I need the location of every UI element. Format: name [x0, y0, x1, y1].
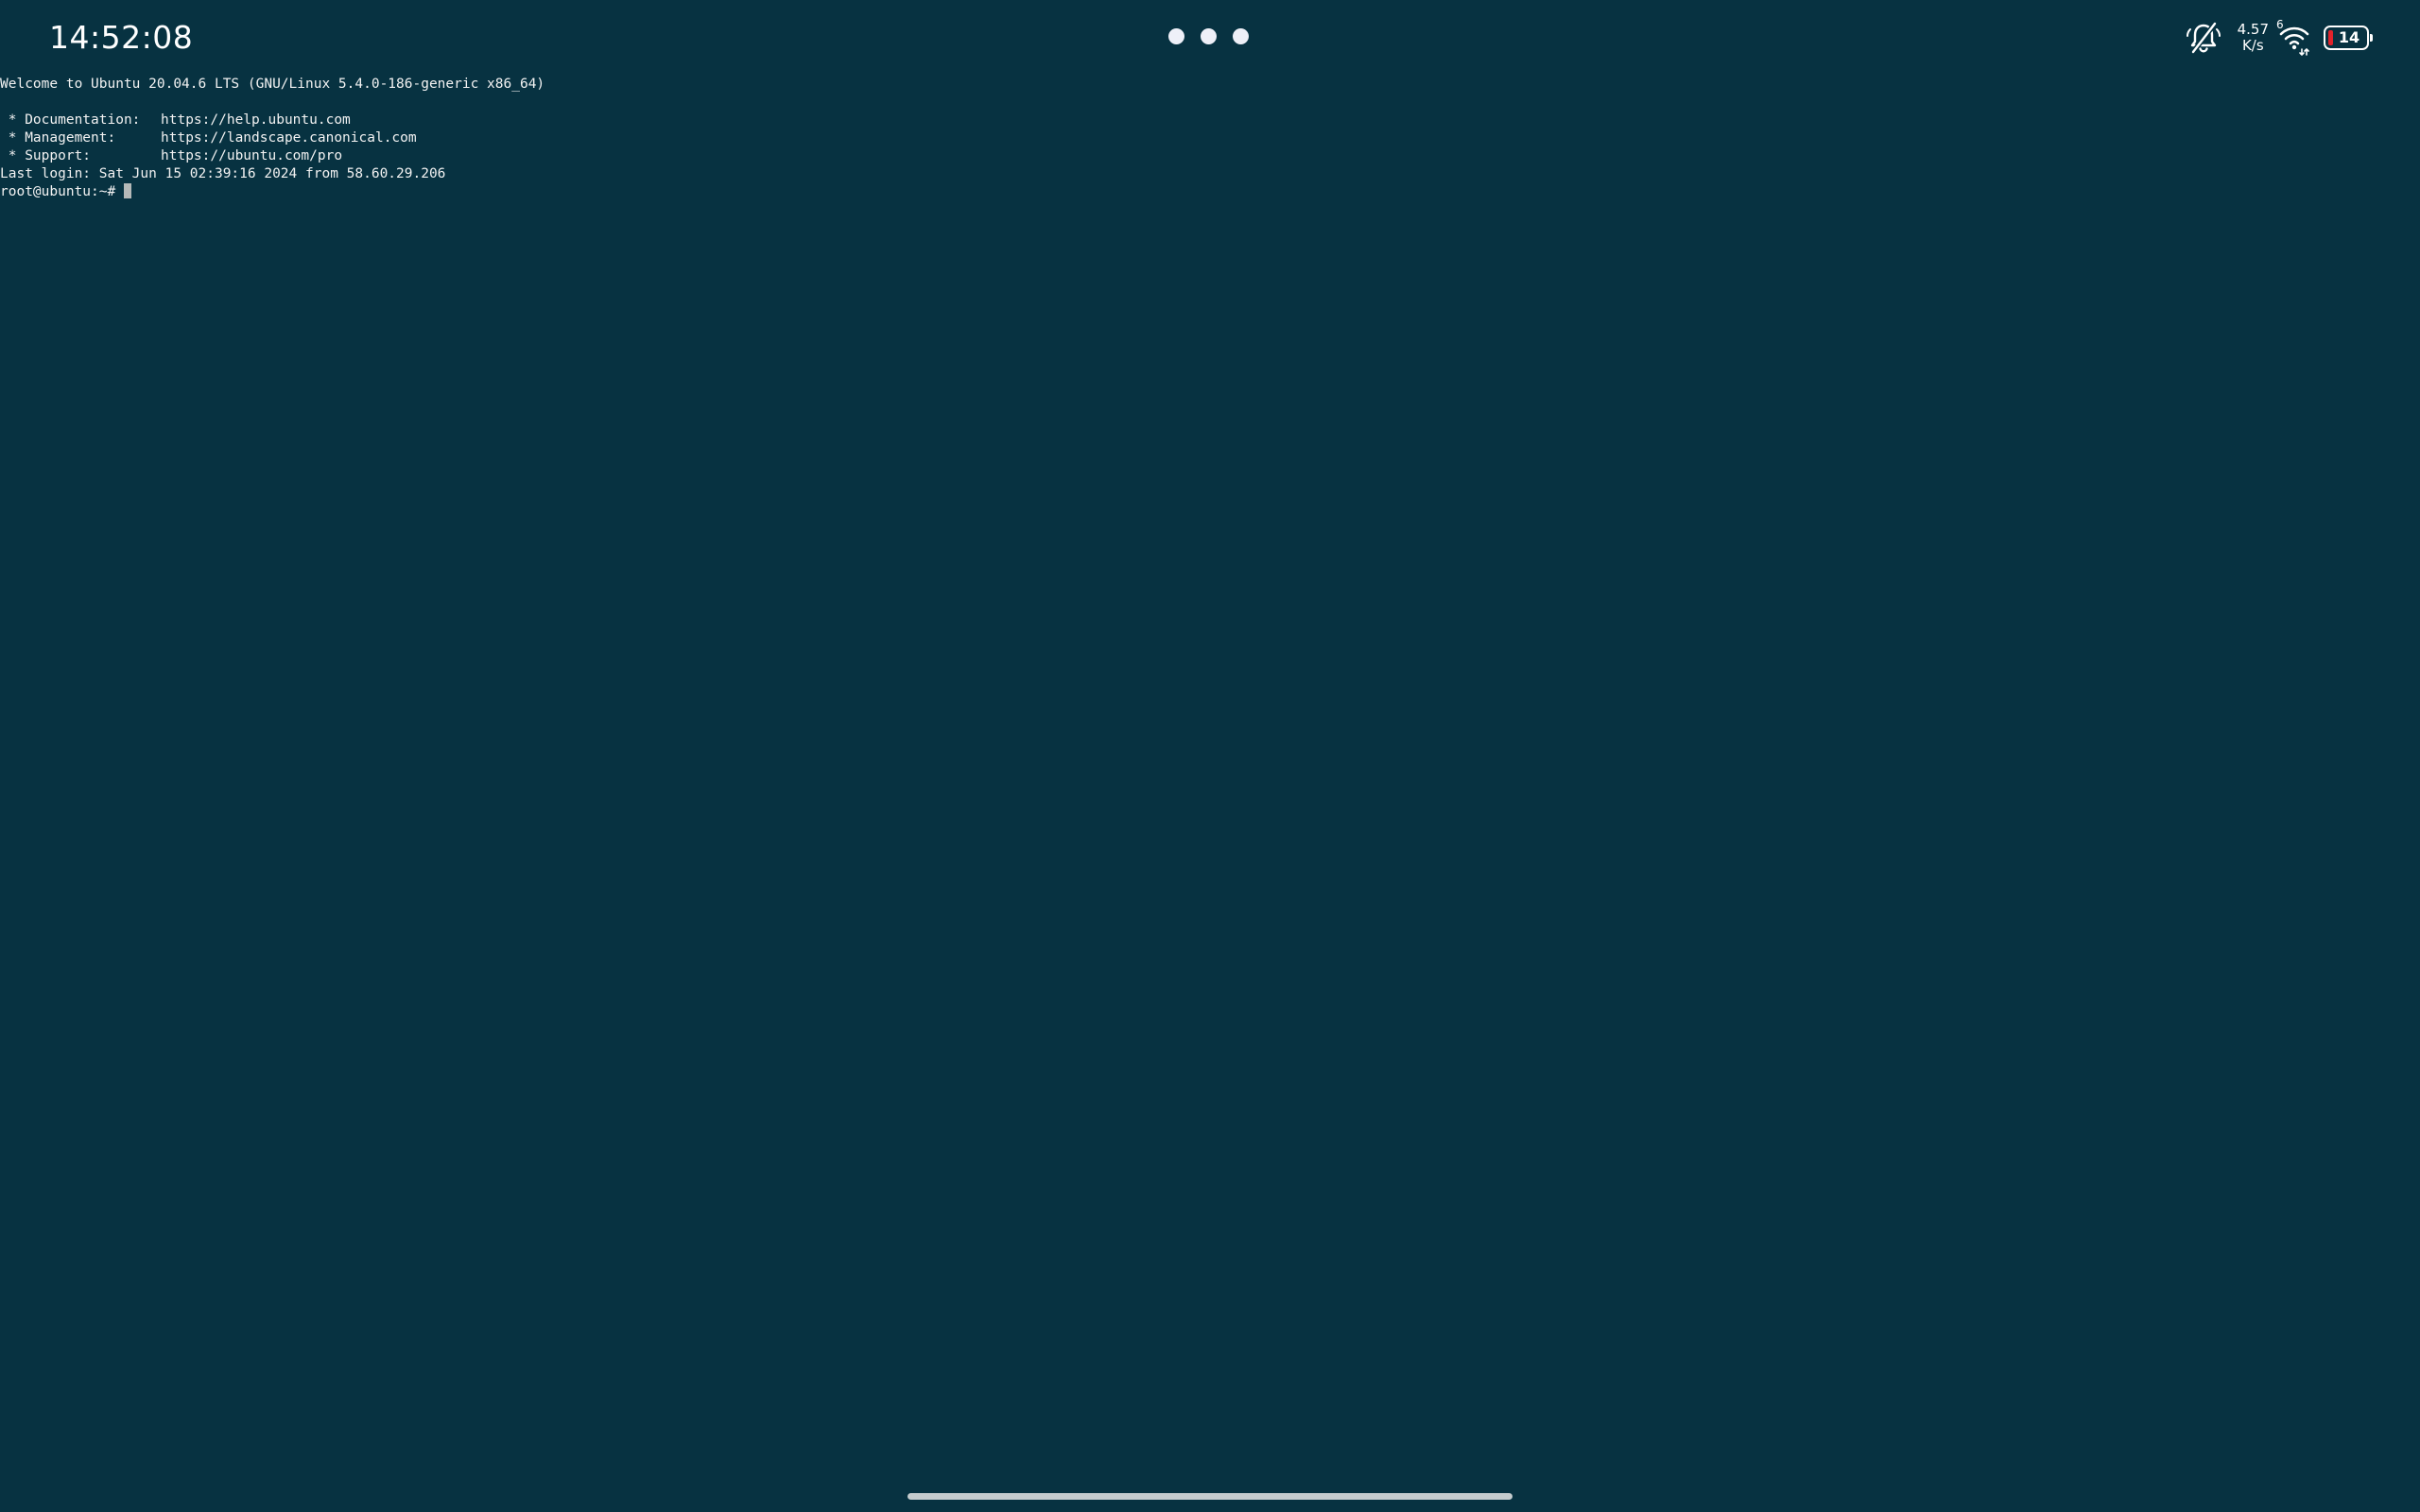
multitask-dot-icon [1201, 28, 1217, 44]
home-indicator-bar[interactable] [908, 1493, 1512, 1500]
management-line: * Management: https://landscape.canonical… [0, 129, 2420, 147]
battery-level: 14 [2338, 28, 2360, 46]
status-clock: 14:52:08 [49, 19, 194, 56]
network-speed-value: 4.57 [2237, 21, 2269, 38]
multitask-dot-icon [1233, 28, 1249, 44]
status-bar: 14:52:08 4.57 K/s 6 14 [0, 0, 2420, 74]
welcome-line: Welcome to Ubuntu 20.04.6 LTS (GNU/Linux… [0, 77, 545, 92]
documentation-label: * Documentation: [0, 112, 141, 128]
support-line: * Support: https://ubuntu.com/pro [0, 147, 2420, 165]
documentation-url[interactable]: https://help.ubuntu.com [161, 112, 351, 128]
shell-prompt: root@ubuntu:~# [0, 184, 116, 199]
prompt-line[interactable]: root@ubuntu:~# [0, 183, 2420, 201]
text-cursor [124, 183, 132, 198]
mute-bell-icon [2186, 21, 2221, 55]
multitask-menu-button[interactable] [1168, 28, 1249, 45]
support-label: * Support: [0, 148, 92, 163]
wifi-status: 6 [2276, 18, 2312, 57]
network-speed-unit: K/s [2241, 37, 2264, 54]
terminal-output[interactable]: Welcome to Ubuntu 20.04.6 LTS (GNU/Linux… [0, 76, 2420, 201]
management-url[interactable]: https://landscape.canonical.com [161, 130, 417, 146]
wifi-icon [2279, 26, 2309, 56]
management-label: * Management: [0, 130, 116, 146]
last-login-line: Last login: Sat Jun 15 02:39:16 2024 fro… [0, 166, 446, 181]
support-url[interactable]: https://ubuntu.com/pro [161, 148, 342, 163]
multitask-dot-icon [1168, 28, 1184, 44]
documentation-line: * Documentation: https://help.ubuntu.com [0, 112, 2420, 129]
network-speed: 4.57 K/s [2238, 22, 2269, 54]
battery-icon: 14 [2324, 26, 2373, 50]
status-icons: 4.57 K/s 6 14 [2185, 18, 2373, 57]
